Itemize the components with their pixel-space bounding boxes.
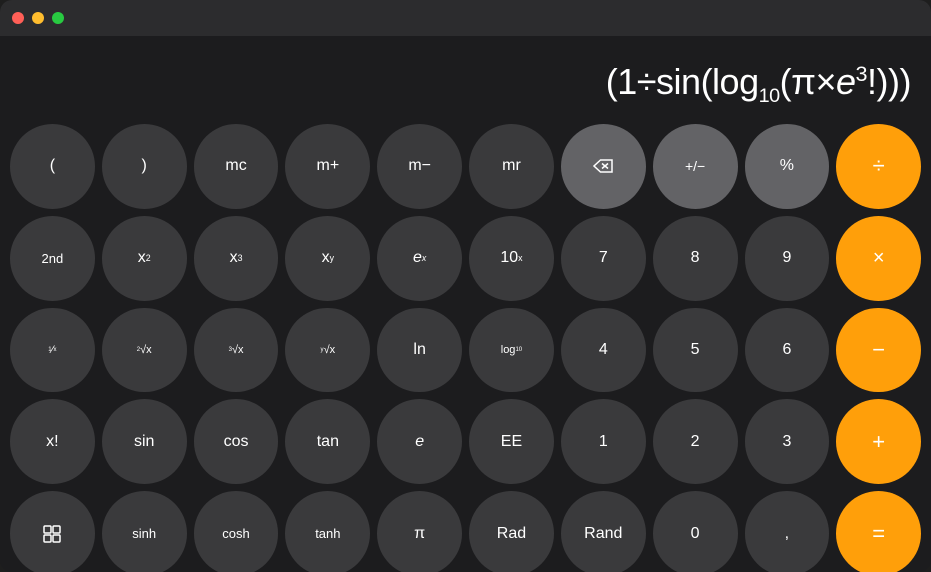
x-squared-button[interactable]: x2: [102, 216, 187, 301]
tan-button[interactable]: tan: [285, 399, 370, 484]
close-paren-button[interactable]: ): [102, 124, 187, 209]
display-expression: (1÷sin(log10(π×e3!))): [606, 62, 911, 108]
mc-button[interactable]: mc: [194, 124, 279, 209]
nine-button[interactable]: 9: [745, 216, 830, 301]
zero-button[interactable]: 0: [653, 491, 738, 572]
six-button[interactable]: 6: [745, 308, 830, 393]
divide-button[interactable]: ÷: [836, 124, 921, 209]
keypad: ( ) mc m+ m− mr +/− % ÷ 2nd x2 x3 xy ex …: [0, 116, 931, 572]
backspace-button[interactable]: [561, 124, 646, 209]
equals-button[interactable]: =: [836, 491, 921, 572]
display: (1÷sin(log10(π×e3!))): [0, 36, 931, 116]
mr-button[interactable]: mr: [469, 124, 554, 209]
maximize-button[interactable]: [52, 12, 64, 24]
sin-button[interactable]: sin: [102, 399, 187, 484]
yth-root-button[interactable]: y√x: [285, 308, 370, 393]
reciprocal-button[interactable]: 1⁄x: [10, 308, 95, 393]
ten-to-x-button[interactable]: 10x: [469, 216, 554, 301]
eight-button[interactable]: 8: [653, 216, 738, 301]
converter-button[interactable]: [10, 491, 95, 572]
m-minus-button[interactable]: m−: [377, 124, 462, 209]
cos-button[interactable]: cos: [194, 399, 279, 484]
rad-button[interactable]: Rad: [469, 491, 554, 572]
minimize-button[interactable]: [32, 12, 44, 24]
percent-button[interactable]: %: [745, 124, 830, 209]
subtract-button[interactable]: −: [836, 308, 921, 393]
cosh-button[interactable]: cosh: [194, 491, 279, 572]
e-button[interactable]: e: [377, 399, 462, 484]
tanh-button[interactable]: tanh: [285, 491, 370, 572]
pi-button[interactable]: π: [377, 491, 462, 572]
factorial-button[interactable]: x!: [10, 399, 95, 484]
x-to-y-button[interactable]: xy: [285, 216, 370, 301]
multiply-button[interactable]: ×: [836, 216, 921, 301]
close-button[interactable]: [12, 12, 24, 24]
ee-button[interactable]: EE: [469, 399, 554, 484]
seven-button[interactable]: 7: [561, 216, 646, 301]
four-button[interactable]: 4: [561, 308, 646, 393]
add-button[interactable]: +: [836, 399, 921, 484]
five-button[interactable]: 5: [653, 308, 738, 393]
one-button[interactable]: 1: [561, 399, 646, 484]
open-paren-button[interactable]: (: [10, 124, 95, 209]
e-to-x-button[interactable]: ex: [377, 216, 462, 301]
sqrt-button[interactable]: 2√x: [102, 308, 187, 393]
plus-minus-button[interactable]: +/−: [653, 124, 738, 209]
two-button[interactable]: 2: [653, 399, 738, 484]
cbrt-button[interactable]: 3√x: [194, 308, 279, 393]
x-cubed-button[interactable]: x3: [194, 216, 279, 301]
sinh-button[interactable]: sinh: [102, 491, 187, 572]
ln-button[interactable]: ln: [377, 308, 462, 393]
calculator-window: (1÷sin(log10(π×e3!))) ( ) mc m+ m− mr +/…: [0, 0, 931, 572]
title-bar: [0, 0, 931, 36]
decimal-button[interactable]: ,: [745, 491, 830, 572]
second-button[interactable]: 2nd: [10, 216, 95, 301]
m-plus-button[interactable]: m+: [285, 124, 370, 209]
log10-button[interactable]: log10: [469, 308, 554, 393]
rand-button[interactable]: Rand: [561, 491, 646, 572]
three-button[interactable]: 3: [745, 399, 830, 484]
